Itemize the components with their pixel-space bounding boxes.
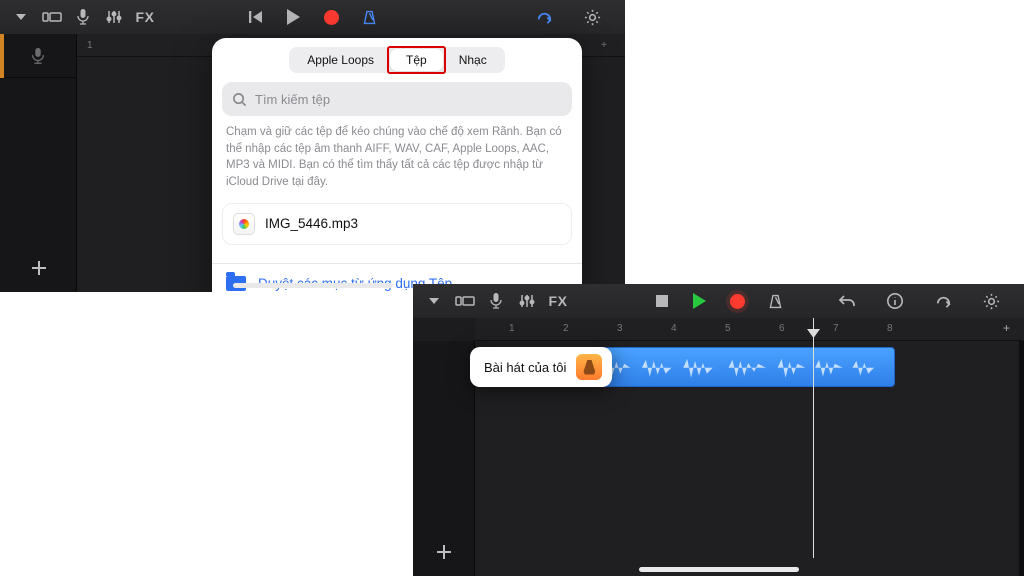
imported-file-row[interactable]: IMG_5446.mp3 [222, 203, 572, 245]
go-to-start-icon[interactable] [241, 0, 271, 34]
loop-browser-icon[interactable] [928, 284, 958, 318]
undo-icon[interactable] [832, 284, 862, 318]
track-settings-dropdown-icon[interactable] [6, 0, 36, 34]
ruler-mark: 6 [779, 323, 785, 334]
ruler-mark: 4 [671, 323, 677, 334]
stop-icon[interactable] [647, 284, 677, 318]
mixer-sliders-icon[interactable] [99, 0, 129, 34]
file-search-field[interactable]: Tìm kiếm tệp [222, 82, 572, 116]
search-icon [232, 92, 247, 107]
ruler-mark: 1 [509, 323, 515, 334]
ruler-mark: 2 [563, 323, 569, 334]
metronome-icon[interactable] [761, 284, 791, 318]
ruler-mark: 7 [833, 323, 839, 334]
music-file-icon [233, 213, 255, 235]
microphone-icon[interactable] [68, 0, 98, 34]
metronome-icon[interactable] [355, 0, 385, 34]
info-icon[interactable] [880, 284, 910, 318]
record-icon[interactable] [317, 0, 347, 34]
fx-button[interactable]: FX [543, 284, 573, 318]
track-color-indicator [0, 34, 4, 78]
loop-browser-icon[interactable] [529, 0, 559, 34]
microphone-icon[interactable] [481, 284, 511, 318]
track-name-label: Bài hát của tôi [484, 360, 566, 375]
playhead[interactable] [813, 318, 814, 558]
source-segmented-control: Apple Loops Tệp Nhạc [212, 38, 582, 82]
segment-apple-loops[interactable]: Apple Loops [291, 49, 390, 71]
settings-gear-icon[interactable] [976, 284, 1006, 318]
toolbar-bottom: FX [413, 284, 1024, 318]
segment-music[interactable]: Nhạc [443, 49, 503, 71]
mixer-sliders-icon[interactable] [512, 284, 542, 318]
garageband-panel-bottom: FX 1 2 3 4 5 6 7 8 + [413, 284, 1024, 576]
audio-track-header[interactable] [0, 34, 76, 78]
file-name-label: IMG_5446.mp3 [265, 216, 358, 231]
home-indicator [233, 283, 393, 288]
garageband-app-icon [576, 354, 602, 380]
segment-files[interactable]: Tệp [390, 49, 443, 71]
add-track-button[interactable] [413, 528, 475, 576]
ruler-mark: 3 [617, 323, 623, 334]
search-placeholder: Tìm kiếm tệp [255, 92, 330, 107]
ruler-end-plus[interactable]: + [601, 40, 607, 51]
play-icon[interactable] [685, 284, 715, 318]
segment-files-label: Tệp [406, 53, 427, 67]
play-icon[interactable] [279, 0, 309, 34]
toolbar-top: FX [0, 0, 625, 34]
track-header-column [0, 34, 77, 292]
record-icon[interactable] [723, 284, 753, 318]
bar-ruler[interactable]: 1 2 3 4 5 6 7 8 + [475, 318, 1024, 341]
track-header-column [413, 341, 475, 576]
ruler-mark: 5 [725, 323, 731, 334]
ruler-mark: 1 [87, 40, 93, 51]
fx-button[interactable]: FX [130, 0, 160, 34]
track-name-popover[interactable]: Bài hát của tôi [470, 347, 612, 387]
timeline-edge [1019, 341, 1024, 576]
track-view-icon[interactable] [37, 0, 67, 34]
home-indicator [639, 567, 799, 572]
track-mic-icon [29, 47, 47, 65]
track-settings-dropdown-icon[interactable] [419, 284, 449, 318]
help-description: Chạm và giữ các tệp để kéo chúng vào chế… [212, 124, 582, 203]
settings-gear-icon[interactable] [577, 0, 607, 34]
ruler-end-plus[interactable]: + [1003, 321, 1010, 335]
ruler-mark: 8 [887, 323, 893, 334]
garageband-panel-top: FX 1 + Apple Loops Tệp [0, 0, 625, 292]
add-track-button[interactable] [0, 244, 77, 292]
track-view-icon[interactable] [450, 284, 480, 318]
file-browser-popover: Apple Loops Tệp Nhạc Tìm kiếm tệp Chạm v… [212, 38, 582, 292]
timeline-area[interactable]: 1 2 3 4 5 6 7 8 + Bài hát của tôi [475, 318, 1024, 576]
